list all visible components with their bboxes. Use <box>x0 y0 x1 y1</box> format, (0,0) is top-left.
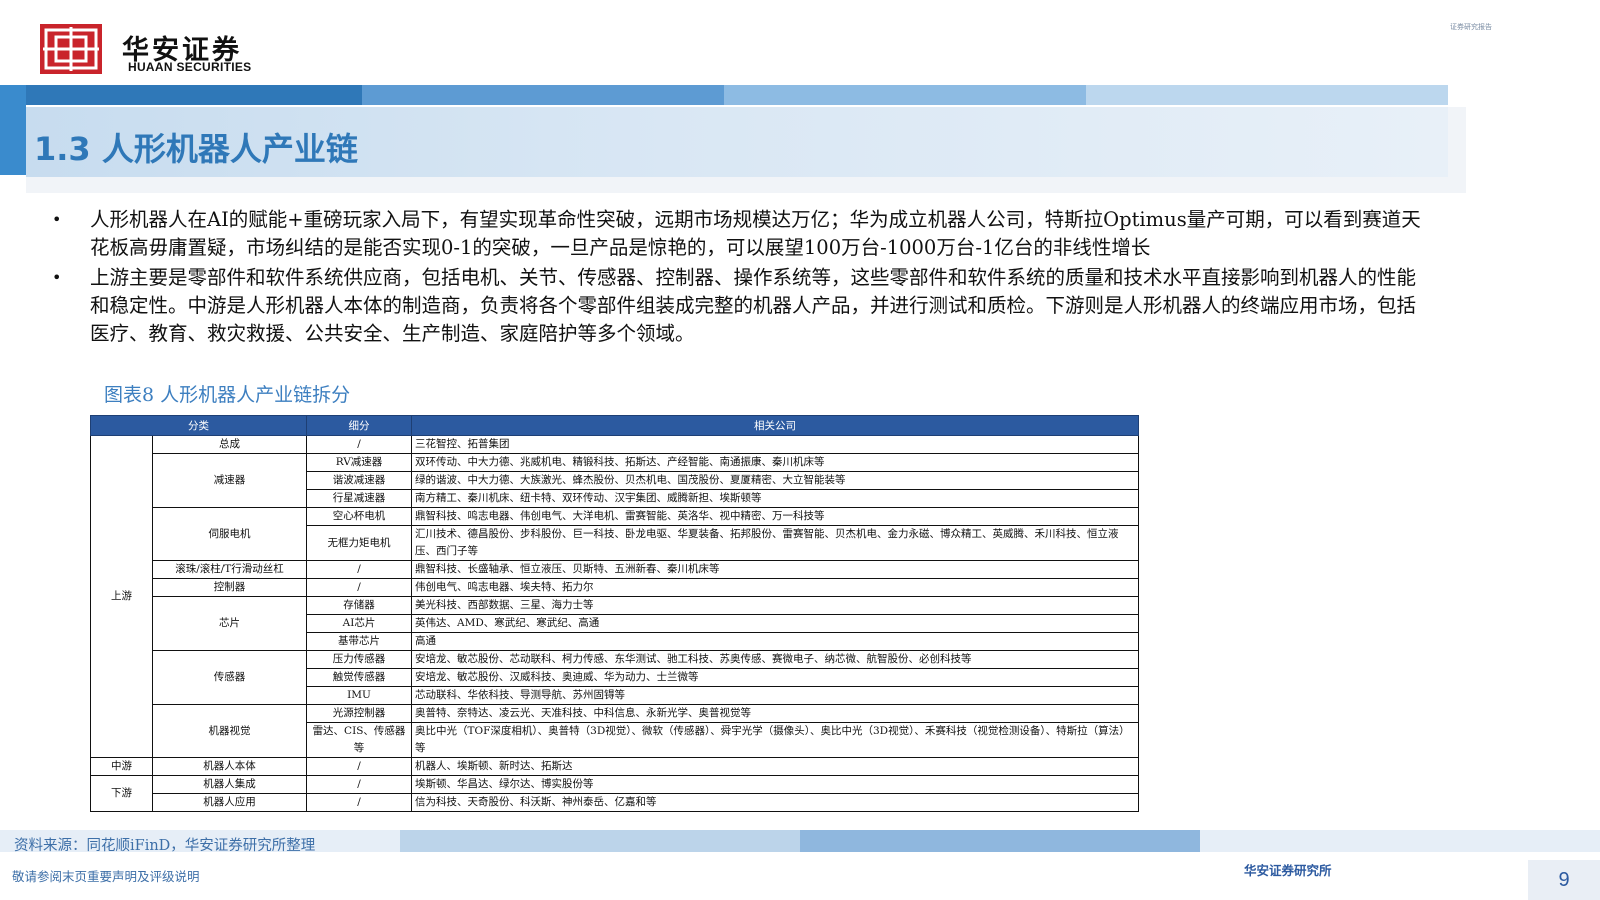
companies-cell: 双环传动、中大力德、兆威机电、精锻科技、拓斯达、产经智能、南通振康、秦川机床等 <box>411 453 1139 472</box>
bullet-text: 上游主要是零部件和软件系统供应商，包括电机、关节、传感器、控制器、操作系统等，这… <box>90 266 1417 345</box>
table-row: 上游 总成 / 三花智控、拓普集团 <box>90 435 1139 758</box>
footer-brand: 华安证券研究所 <box>1244 863 1332 878</box>
stage-upstream: 上游 <box>90 435 153 758</box>
table-row: 中游 机器人本体 / 机器人、埃斯顿、新时达、拓斯达 <box>90 757 1139 776</box>
bullet-list: • 人形机器人在AI的赋能+重磅玩家入局下，有望实现革命性突破，远期市场规模达万… <box>50 206 1430 350</box>
subcategory-cell: 触觉传感器 <box>306 668 412 687</box>
subcategory-cell: / <box>306 560 412 579</box>
companies-cell: 埃斯顿、华昌达、绿尔达、博实股份等 <box>411 775 1139 794</box>
table-row: 减速器 RV减速器 双环传动、中大力德、兆威机电、精锻科技、拓斯达、产经智能、南… <box>91 453 1139 508</box>
category-cell: 滚珠/滚柱/T行滑动丝杠 <box>152 560 307 579</box>
table-row: 机器视觉 光源控制器 奥普特、奈特达、凌云光、天准科技、中科信息、永新光学、奥普… <box>91 704 1139 758</box>
table-row: 传感器 压力传感器 安培龙、敏芯股份、芯动联科、柯力传感、东华测试、驰工科技、苏… <box>91 650 1139 705</box>
subcategory-cell: / <box>306 757 412 776</box>
subcategory-cell: 空心杯电机 <box>306 507 412 526</box>
companies-cell: 芯动联科、华依科技、导测导航、苏州固锝等 <box>411 686 1139 705</box>
table-row: 控制器 / 伟创电气、鸣志电器、埃夫特、拓力尔 <box>91 578 1139 597</box>
companies-cell: 安培龙、敏芯股份、汉威科技、奥迪威、华为动力、士兰微等 <box>411 668 1139 687</box>
brand-name-en: HUAAN SECURITIES <box>128 60 252 74</box>
category-cell: 机器人本体 <box>152 757 307 776</box>
table-row: 伺服电机 空心杯电机 鼎智科技、鸣志电器、伟创电气、大洋电机、雷赛智能、英洛华、… <box>91 507 1139 561</box>
title-band-accent <box>0 85 26 175</box>
header-subcategory: 细分 <box>306 415 412 436</box>
disclaimer-note: 敬请参阅末页重要声明及评级说明 <box>12 869 200 884</box>
subcategory-cell: / <box>306 793 412 812</box>
subcategory-cell: 谐波减速器 <box>306 471 412 490</box>
subcategory-cell: 存储器 <box>306 596 412 615</box>
title-box-shadow <box>26 177 1466 193</box>
companies-cell: 三花智控、拓普集团 <box>411 435 1139 454</box>
subcategory-cell: / <box>306 775 412 794</box>
companies-cell: 奥普特、奈特达、凌云光、天准科技、中科信息、永新光学、奥普视觉等 <box>411 704 1139 723</box>
companies-cell: 鼎智科技、鸣志电器、伟创电气、大洋电机、雷赛智能、英洛华、视中精密、万一科技等 <box>411 507 1139 526</box>
bullet-text: 人形机器人在AI的赋能+重磅玩家入局下，有望实现革命性突破，远期市场规模达万亿；… <box>90 208 1421 259</box>
title-band-strip <box>0 85 1448 105</box>
subcategory-cell: 基带芯片 <box>306 632 412 651</box>
category-cell: 控制器 <box>152 578 307 597</box>
header-companies: 相关公司 <box>411 415 1139 436</box>
subcategory-cell: IMU <box>306 686 412 705</box>
chart-title: 图表8 人形机器人产业链拆分 <box>104 384 351 406</box>
companies-cell: 伟创电气、鸣志电器、埃夫特、拓力尔 <box>411 578 1139 597</box>
subcategory-cell: AI芯片 <box>306 614 412 633</box>
category-cell: 传感器 <box>152 650 307 705</box>
stage-midstream: 中游 <box>90 757 153 776</box>
companies-cell: 鼎智科技、长盛轴承、恒立液压、贝斯特、五洲新春、秦川机床等 <box>411 560 1139 579</box>
category-cell: 总成 <box>152 435 307 454</box>
table-header-row: 分类 细分 相关公司 <box>90 415 1139 436</box>
companies-cell: 机器人、埃斯顿、新时达、拓斯达 <box>411 757 1139 776</box>
companies-cell: 美光科技、西部数据、三星、海力士等 <box>411 596 1139 615</box>
subcategory-cell: / <box>306 435 412 454</box>
companies-cell: 奥比中光（TOF深度相机）、奥普特（3D视觉）、微软（传感器）、舜宇光学（摄像头… <box>411 722 1139 758</box>
companies-cell: 绿的谐波、中大力德、大族激光、蜂杰股份、贝杰机电、国茂股份、夏厦精密、大立智能装… <box>411 471 1139 490</box>
header-category: 分类 <box>90 415 307 436</box>
table-row: 芯片 存储器 美光科技、西部数据、三星、海力士等 <box>91 596 1139 651</box>
companies-cell: 安培龙、敏芯股份、芯动联科、柯力传感、东华测试、驰工科技、苏奥传感、赛微电子、纳… <box>411 650 1139 669</box>
bullet-item: • 上游主要是零部件和软件系统供应商，包括电机、关节、传感器、控制器、操作系统等… <box>50 264 1430 348</box>
table-row: 机器人应用 / 信为科技、天奇股份、科沃斯、神州泰岳、亿嘉和等 <box>91 793 1139 812</box>
companies-cell: 南方精工、秦川机床、纽卡特、双环传动、汉宇集团、威腾新担、埃斯顿等 <box>411 489 1139 508</box>
subcategory-cell: / <box>306 578 412 597</box>
title-box-edge <box>1448 107 1466 193</box>
table-row: 下游 机器人集成 / 埃斯顿、华昌达、绿尔达、博实股份等 <box>90 775 1139 812</box>
bullet-dot-icon: • <box>52 210 62 229</box>
companies-cell: 高通 <box>411 632 1139 651</box>
category-cell: 机器人集成 <box>152 775 307 794</box>
source-note: 资料来源：同花顺iFinD，华安证券研究所整理 <box>14 838 316 854</box>
table-row: 滚珠/滚柱/T行滑动丝杠 / 鼎智科技、长盛轴承、恒立液压、贝斯特、五洲新春、秦… <box>91 560 1139 579</box>
category-cell: 机器视觉 <box>152 704 307 758</box>
subcategory-cell: RV减速器 <box>306 453 412 472</box>
bullet-dot-icon: • <box>52 268 62 287</box>
category-cell: 芯片 <box>152 596 307 651</box>
companies-cell: 信为科技、天奇股份、科沃斯、神州泰岳、亿嘉和等 <box>411 793 1139 812</box>
subcategory-cell: 雷达、CIS、传感器等 <box>306 722 412 758</box>
subcategory-cell: 无框力矩电机 <box>306 525 412 561</box>
report-type-note: 证券研究报告 <box>1450 23 1492 31</box>
stage-downstream: 下游 <box>90 775 153 812</box>
category-cell: 伺服电机 <box>152 507 307 561</box>
companies-cell: 汇川技术、德昌股份、步科股份、巨一科技、卧龙电驱、华夏装备、拓邦股份、雷赛智能、… <box>411 525 1139 561</box>
page-number: 9 <box>1528 860 1600 900</box>
category-cell: 机器人应用 <box>152 793 307 812</box>
page-title: 1.3 人形机器人产业链 <box>34 130 358 168</box>
category-cell: 减速器 <box>152 453 307 508</box>
industry-chain-table: 分类 细分 相关公司 上游 总成 / 三花智控、拓普集团 减速器 RV减速器 双… <box>90 415 1139 812</box>
logo-icon <box>40 24 102 74</box>
companies-cell: 英伟达、AMD、寒武纪、寒武纪、高通 <box>411 614 1139 633</box>
subcategory-cell: 压力传感器 <box>306 650 412 669</box>
subcategory-cell: 光源控制器 <box>306 704 412 723</box>
subcategory-cell: 行星减速器 <box>306 489 412 508</box>
bullet-item: • 人形机器人在AI的赋能+重磅玩家入局下，有望实现革命性突破，远期市场规模达万… <box>50 206 1430 262</box>
